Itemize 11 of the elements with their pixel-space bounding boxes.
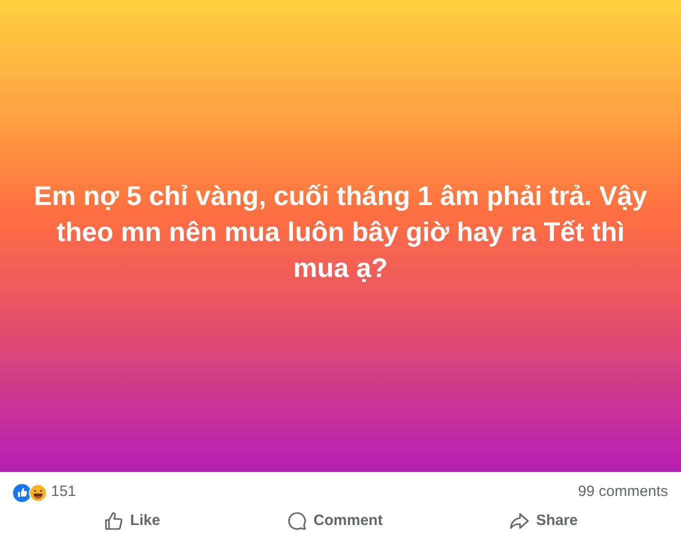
like-reaction-icon	[13, 484, 31, 502]
post-text: Em nợ 5 chỉ vàng, cuối tháng 1 âm phải trả. Vậy theo mn nên mua luôn bây giờ hay ra Tết thì mua ạ?	[32, 180, 648, 285]
haha-reaction-icon	[29, 484, 47, 502]
comment-button[interactable]: Comment	[278, 508, 391, 534]
share-arrow-icon	[509, 511, 530, 532]
thumbs-up-icon	[103, 511, 124, 532]
comment-count[interactable]: 99 comments	[578, 481, 668, 504]
reaction-count[interactable]: 151	[51, 481, 76, 504]
share-button[interactable]: Share	[501, 508, 586, 534]
speech-bubble-icon	[286, 511, 308, 532]
like-button[interactable]: Like	[95, 508, 168, 534]
